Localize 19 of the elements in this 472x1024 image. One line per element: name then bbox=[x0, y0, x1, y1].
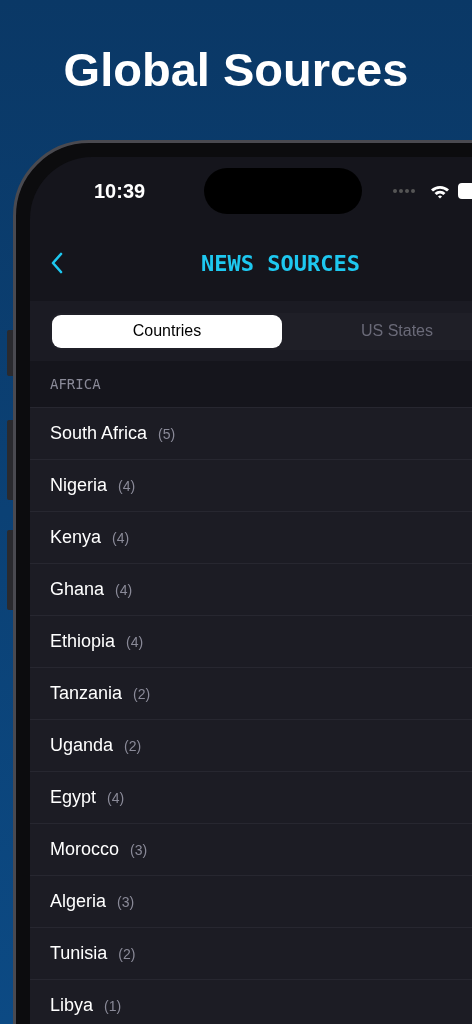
country-row[interactable]: Ghana (4) bbox=[30, 563, 472, 615]
headline: Global Sources bbox=[62, 42, 410, 98]
country-row[interactable]: Morocco (3) bbox=[30, 823, 472, 875]
country-row[interactable]: Tunisia (2) bbox=[30, 927, 472, 979]
country-row[interactable]: Egypt (4) bbox=[30, 771, 472, 823]
screen-title: NEWS SOURCES bbox=[201, 250, 360, 276]
section-header: AFRICA bbox=[50, 376, 101, 392]
country-row[interactable]: Tanzania (2) bbox=[30, 667, 472, 719]
status-time: 10:39 bbox=[94, 179, 147, 203]
country-row[interactable]: Nigeria (4) bbox=[30, 459, 472, 511]
country-row[interactable]: Uganda (2) bbox=[30, 719, 472, 771]
country-row[interactable]: South Africa (5) bbox=[30, 407, 472, 459]
country-row[interactable]: Algeria (3) bbox=[30, 875, 472, 927]
wifi-icon bbox=[430, 183, 450, 199]
country-row[interactable]: Ethiopia (4) bbox=[30, 615, 472, 667]
segment-tab[interactable]: Countries bbox=[52, 314, 282, 348]
country-row[interactable]: Libya (1) bbox=[30, 979, 472, 1024]
signal-icon bbox=[392, 188, 418, 194]
country-row[interactable]: Kenya (4) bbox=[30, 511, 472, 563]
